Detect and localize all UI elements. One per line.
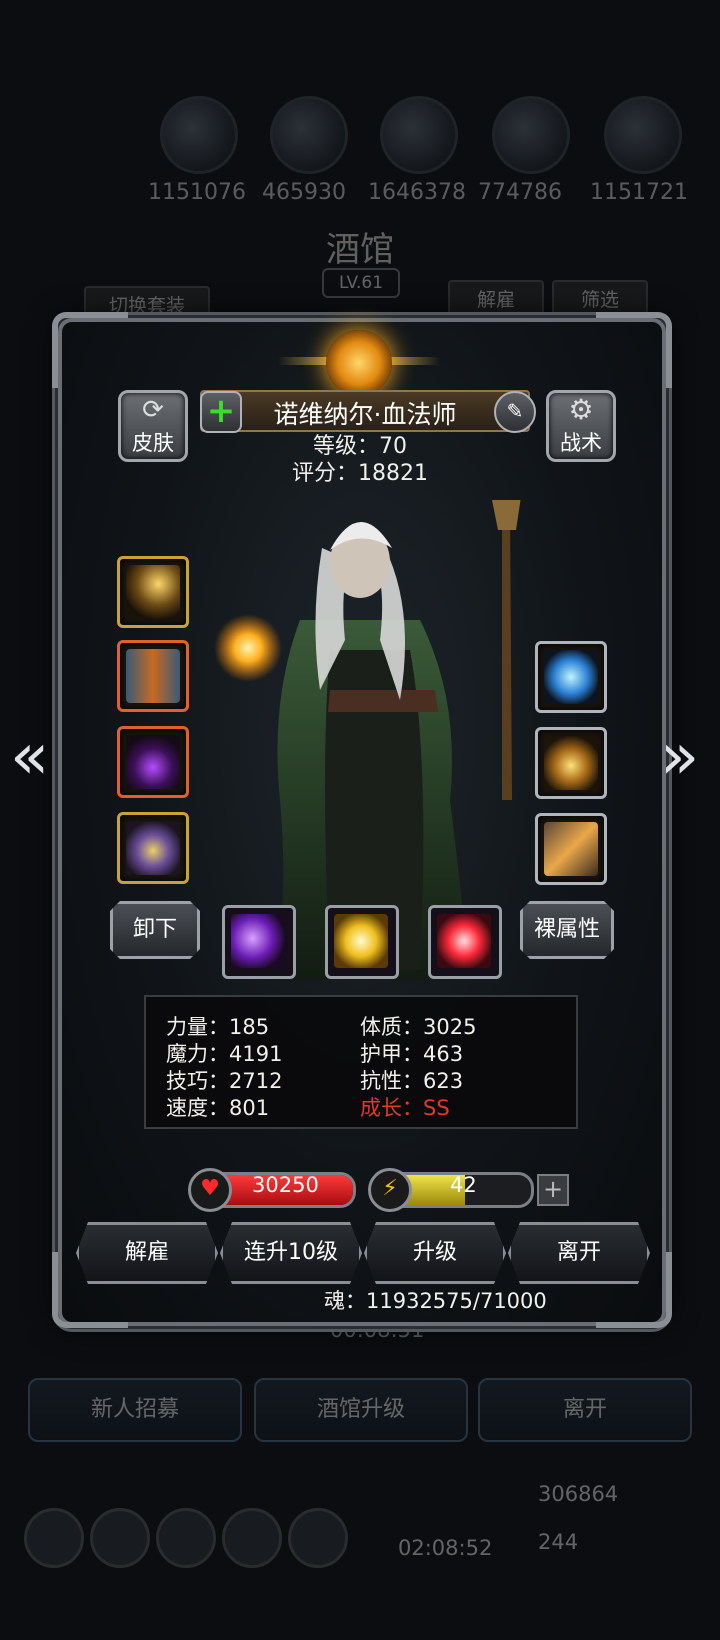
heart-icon: ♥ xyxy=(188,1168,232,1212)
staff-icon xyxy=(126,565,180,619)
stat-growth: 成长：SS xyxy=(360,1096,450,1120)
frame-corner xyxy=(596,312,672,388)
tab-leave: 离开 xyxy=(478,1378,692,1442)
shirt-icon: ⟳ xyxy=(142,395,164,425)
bottom-nav-icon xyxy=(90,1508,150,1568)
stat-armor: 护甲：463 xyxy=(360,1042,464,1066)
bg-dismiss-button: 解雇 xyxy=(448,280,544,320)
equip-slot-amulet[interactable] xyxy=(117,726,189,798)
stat-magic: 魔力：4191 xyxy=(166,1042,283,1066)
lantern-icon xyxy=(544,736,598,790)
bottom-nav-icon xyxy=(156,1508,216,1568)
resource-value: 1646378 xyxy=(368,180,466,205)
stat-speed: 速度：801 xyxy=(166,1096,270,1120)
resource-icon xyxy=(492,96,570,174)
hero-name-bar: 诺维纳尔·血法师 xyxy=(200,390,530,432)
blue-orb-icon xyxy=(544,650,598,704)
bg-timer-2: 02:08:52 xyxy=(398,1536,493,1560)
sun-emblem-icon xyxy=(326,330,392,396)
energy-value: 42 xyxy=(450,1173,477,1197)
unequip-button[interactable]: 卸下 xyxy=(110,901,200,959)
tab-recruit: 新人招募 xyxy=(28,1378,242,1442)
edit-name-icon[interactable]: ✎ xyxy=(494,391,536,433)
resource-value: 1151076 xyxy=(148,180,246,205)
level-up-10-button[interactable]: 连升10级 xyxy=(220,1222,362,1284)
eye-ring-icon xyxy=(126,821,180,875)
prev-hero-arrow-icon[interactable]: « xyxy=(10,720,49,794)
equip-slot-book[interactable] xyxy=(535,813,607,885)
next-hero-arrow-icon[interactable]: » xyxy=(660,720,699,794)
soul-counter: 魂：11932575/71000 xyxy=(324,1289,547,1313)
equip-slot-orb[interactable] xyxy=(535,641,607,713)
tome-icon xyxy=(544,822,598,876)
resource-icon xyxy=(270,96,348,174)
resource-icon xyxy=(160,96,238,174)
hp-value: 30250 xyxy=(252,1173,319,1197)
skill-slot-2[interactable] xyxy=(325,905,399,979)
resource-value: 465930 xyxy=(262,180,346,205)
resource-icon xyxy=(604,96,682,174)
equip-slot-lantern[interactable] xyxy=(535,727,607,799)
equip-slot-weapon[interactable] xyxy=(117,556,189,628)
frame-corner xyxy=(52,312,128,388)
gear-icon: ⚙ xyxy=(568,393,594,426)
level-up-button[interactable]: 升级 xyxy=(364,1222,506,1284)
resource-value: 774786 xyxy=(478,180,562,205)
equip-slot-armor[interactable] xyxy=(117,640,189,712)
bottom-nav-icon xyxy=(222,1508,282,1568)
bottom-nav-icon xyxy=(24,1508,84,1568)
amulet-icon xyxy=(126,735,180,789)
tab-tavern-upgrade: 酒馆升级 xyxy=(254,1378,468,1442)
equip-slot-ring[interactable] xyxy=(117,812,189,884)
stat-skill: 技巧：2712 xyxy=(166,1069,283,1093)
robe-icon xyxy=(126,649,180,703)
slash-skill-icon xyxy=(437,914,491,968)
bg-count-1: 306864 xyxy=(538,1482,619,1506)
resource-value: 1151721 xyxy=(590,180,688,205)
dismiss-button[interactable]: 解雇 xyxy=(76,1222,218,1284)
tavern-level: LV.61 xyxy=(322,268,400,298)
skill-slot-3[interactable] xyxy=(428,905,502,979)
burst-skill-icon xyxy=(334,914,388,968)
resource-icon xyxy=(380,96,458,174)
bg-count-2: 244 xyxy=(538,1530,579,1554)
skill-slot-1[interactable] xyxy=(222,905,296,979)
stat-resistance: 抗性：623 xyxy=(360,1069,464,1093)
shadow-skill-icon xyxy=(231,914,285,968)
bare-attributes-button[interactable]: 裸属性 xyxy=(520,901,614,959)
add-energy-button[interactable]: + xyxy=(537,1174,569,1206)
stat-constitution: 体质：3025 xyxy=(360,1015,477,1039)
stat-strength: 力量：185 xyxy=(166,1015,270,1039)
lightning-icon: ⚡ xyxy=(368,1168,412,1212)
hero-name: 诺维纳尔·血法师 xyxy=(273,400,457,429)
add-icon[interactable]: + xyxy=(200,391,242,433)
leave-button[interactable]: 离开 xyxy=(508,1222,650,1284)
tavern-title: 酒馆 xyxy=(326,230,394,270)
bottom-nav-icon xyxy=(288,1508,348,1568)
hero-score: 评分：18821 xyxy=(292,461,428,486)
